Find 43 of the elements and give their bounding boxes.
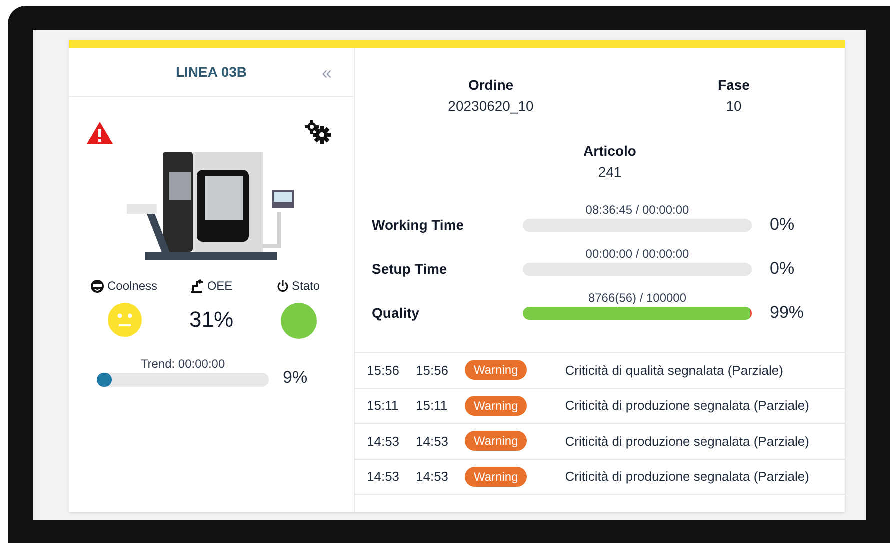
trend-label: Trend: 00:00:00: [140, 356, 226, 373]
articolo-label: Articolo: [584, 142, 636, 161]
machine-tool-icon: [190, 279, 204, 293]
metric-label: Quality: [372, 304, 420, 323]
oee-label: OEE: [207, 278, 233, 295]
event-end-time: 15:11: [416, 397, 449, 415]
stato-label: Stato: [292, 278, 320, 295]
warning-badge: Warning: [465, 466, 528, 487]
collapse-button[interactable]: «: [322, 60, 332, 87]
warning-badge: Warning: [465, 431, 528, 452]
event-start-time: 15:11: [367, 397, 400, 415]
metric-percent: 99%: [770, 303, 804, 323]
event-start-time: 14:53: [367, 432, 401, 450]
event-message: Criticità di qualità segnalata (Parziale): [565, 362, 784, 380]
power-icon: [276, 280, 289, 292]
trend-percent: 9%: [283, 369, 308, 387]
metric-caption: 8766(56) / 100000: [588, 290, 687, 307]
warning-badge: Warning: [465, 396, 528, 416]
sunglasses-face-icon: [91, 280, 104, 292]
event-end-time: 14:53: [416, 468, 450, 486]
ordine-label: Ordine: [468, 76, 514, 95]
oee-value: 31%: [189, 306, 234, 334]
metric-label: Setup Time: [372, 260, 448, 279]
metric-caption: 00:00:00 / 00:00:00: [586, 246, 690, 263]
settings-icon[interactable]: [305, 120, 331, 144]
metric-label: Working Time: [372, 216, 466, 235]
event-message: Criticità di produzione segnalata (Parziale): [565, 397, 810, 415]
event-start-time: 15:56: [367, 362, 401, 380]
event-end-time: 15:56: [416, 362, 450, 380]
metric-percent: 0%: [770, 259, 795, 279]
articolo-value: 241: [598, 163, 622, 182]
event-start-time: 14:53: [367, 468, 401, 486]
event-message: Criticità di produzione segnalata (Parziale): [565, 432, 810, 451]
coolness-label: Coolness: [107, 278, 158, 295]
fase-label: Fase: [718, 76, 750, 95]
line-title: LINEA 03B: [176, 62, 248, 82]
ordine-value: 20230620_10: [448, 97, 534, 116]
event-end-time: 14:53: [416, 432, 450, 450]
fase-value: 10: [726, 97, 742, 116]
event-message: Criticità di produzione segnalata (Parziale): [565, 468, 810, 486]
metric-caption: 08:36:45 / 00:00:00: [586, 202, 690, 219]
warning-badge: Warning: [465, 360, 528, 380]
metric-percent: 0%: [770, 215, 795, 235]
